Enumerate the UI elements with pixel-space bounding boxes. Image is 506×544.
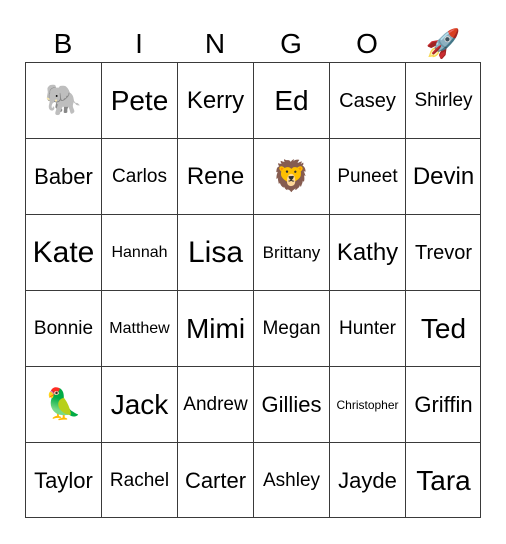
header-letter-n: N bbox=[204, 28, 226, 59]
bingo-cell[interactable]: Baber bbox=[25, 138, 101, 214]
bingo-header: B I N G O 🚀 bbox=[25, 24, 481, 62]
bingo-cell[interactable]: Christopher bbox=[329, 366, 405, 442]
bingo-cell[interactable]: Taylor bbox=[25, 442, 101, 518]
bingo-cell[interactable]: 🦁 bbox=[253, 138, 329, 214]
bingo-cell[interactable]: Bonnie bbox=[25, 290, 101, 366]
bingo-cell[interactable]: Pete bbox=[101, 62, 177, 138]
bingo-cell[interactable]: Ed bbox=[253, 62, 329, 138]
rocket-icon: 🚀 bbox=[425, 28, 461, 59]
bingo-cell[interactable]: Kerry bbox=[177, 62, 253, 138]
bingo-cell[interactable]: Megan bbox=[253, 290, 329, 366]
bingo-cell[interactable]: 🐘 bbox=[25, 62, 101, 138]
elephant-icon: 🐘 bbox=[44, 83, 83, 117]
bingo-cell[interactable]: Kathy bbox=[329, 214, 405, 290]
bingo-cell[interactable]: Tara bbox=[405, 442, 481, 518]
bingo-cell[interactable]: Gillies bbox=[253, 366, 329, 442]
bingo-cell[interactable]: Rene bbox=[177, 138, 253, 214]
bingo-cell[interactable]: 🦜 bbox=[25, 366, 101, 442]
bingo-cell[interactable]: Rachel bbox=[101, 442, 177, 518]
header-letter-b: B bbox=[53, 28, 73, 59]
bingo-cell[interactable]: Jayde bbox=[329, 442, 405, 518]
bingo-cell[interactable]: Shirley bbox=[405, 62, 481, 138]
lion-icon: 🦁 bbox=[272, 159, 311, 193]
header-letter-o: O bbox=[356, 28, 378, 59]
bingo-cell[interactable]: Mimi bbox=[177, 290, 253, 366]
bingo-cell[interactable]: Carter bbox=[177, 442, 253, 518]
bingo-cell[interactable]: Devin bbox=[405, 138, 481, 214]
bingo-cell[interactable]: Trevor bbox=[405, 214, 481, 290]
bingo-cell[interactable]: Hunter bbox=[329, 290, 405, 366]
parrot-icon: 🦜 bbox=[44, 387, 83, 421]
header-letter-i: I bbox=[135, 28, 143, 59]
header-letter-g: G bbox=[280, 28, 302, 59]
bingo-cell[interactable]: Matthew bbox=[101, 290, 177, 366]
bingo-cell[interactable]: Puneet bbox=[329, 138, 405, 214]
bingo-cell[interactable]: Andrew bbox=[177, 366, 253, 442]
bingo-cell[interactable]: Hannah bbox=[101, 214, 177, 290]
bingo-cell[interactable]: Carlos bbox=[101, 138, 177, 214]
bingo-cell[interactable]: Ashley bbox=[253, 442, 329, 518]
bingo-cell[interactable]: Brittany bbox=[253, 214, 329, 290]
bingo-cell[interactable]: Lisa bbox=[177, 214, 253, 290]
bingo-cell[interactable]: Casey bbox=[329, 62, 405, 138]
bingo-cell[interactable]: Griffin bbox=[405, 366, 481, 442]
bingo-cell[interactable]: Ted bbox=[405, 290, 481, 366]
bingo-board: 🐘 Pete Kerry Ed Casey Shirley Baber Carl… bbox=[25, 62, 481, 518]
bingo-cell[interactable]: Kate bbox=[25, 214, 101, 290]
bingo-cell[interactable]: Jack bbox=[101, 366, 177, 442]
